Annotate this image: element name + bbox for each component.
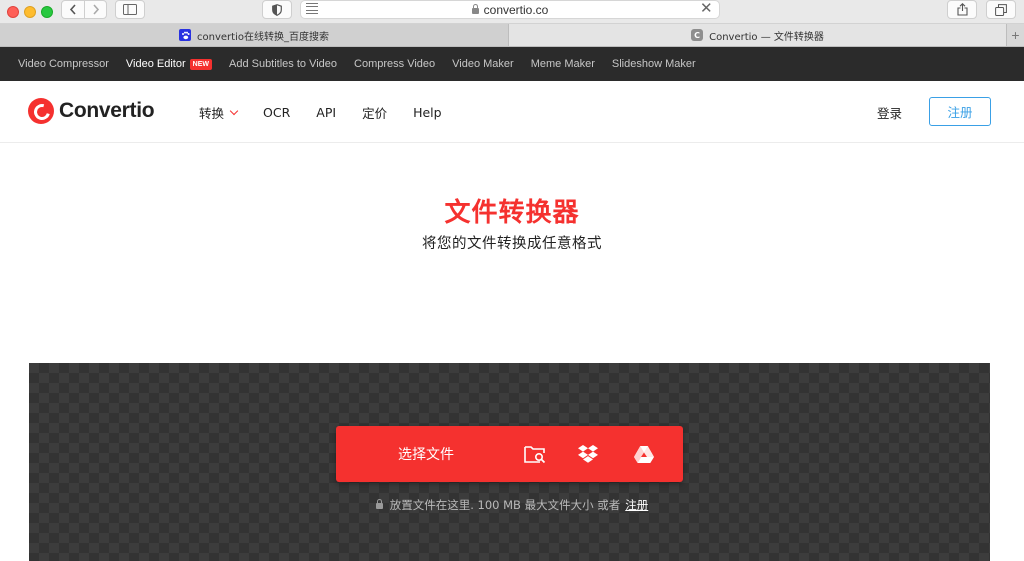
lock-icon	[375, 499, 383, 509]
address-url: convertio.co	[483, 2, 549, 17]
nav-item-help[interactable]: Help	[413, 105, 442, 120]
chevron-down-icon	[229, 106, 239, 115]
nav-item-ocr[interactable]: OCR	[263, 105, 290, 120]
signup-button[interactable]: 注册	[929, 97, 991, 126]
promo-link-video-compressor[interactable]: Video Compressor	[18, 58, 109, 70]
fullscreen-window-button[interactable]	[41, 6, 53, 18]
main-nav: 转换 OCR API 定价 Help	[199, 103, 468, 122]
upload-button-group: 选择文件	[336, 426, 683, 482]
promo-link-compress-video[interactable]: Compress Video	[354, 58, 435, 70]
promo-link-add-subtitles[interactable]: Add Subtitles to Video	[229, 58, 337, 70]
history-nav	[61, 0, 107, 19]
upload-limit-text: 放置文件在这里. 100 MB 最大文件大小 或者	[389, 498, 621, 512]
page-title: 文件转换器	[444, 198, 580, 228]
share-icon	[956, 3, 968, 16]
promo-link-video-editor[interactable]: Video Editor NEW	[126, 58, 212, 70]
folder-search-icon[interactable]	[523, 443, 547, 465]
baidu-paw-icon	[179, 29, 192, 41]
tab-convertio[interactable]: C Convertio — 文件转换器	[509, 24, 1006, 46]
chevron-right-icon	[92, 4, 99, 15]
nav-item-convert[interactable]: 转换	[199, 103, 239, 122]
tab-title: Convertio — 文件转换器	[709, 31, 824, 43]
share-button[interactable]	[947, 0, 977, 19]
back-button[interactable]	[62, 1, 84, 18]
stop-loading-icon[interactable]: ✕	[700, 1, 713, 17]
promo-link-slideshow-maker[interactable]: Slideshow Maker	[612, 58, 696, 70]
tab-overview-button[interactable]	[986, 0, 1016, 19]
tab-baidu-search[interactable]: convertio在线转换_百度搜索	[0, 24, 509, 46]
forward-button[interactable]	[84, 1, 106, 18]
promo-link-video-maker[interactable]: Video Maker	[452, 58, 514, 70]
tab-bar: convertio在线转换_百度搜索 C Convertio — 文件转换器 +	[0, 24, 1024, 47]
lock-icon	[471, 3, 479, 14]
sidebar-icon	[123, 4, 137, 15]
new-tab-button[interactable]: +	[1006, 24, 1024, 46]
reader-view-icon[interactable]	[306, 3, 318, 14]
choose-files-button[interactable]: 选择文件	[336, 426, 516, 482]
signup-link[interactable]: 注册	[625, 497, 648, 513]
upload-note: 放置文件在这里. 100 MB 最大文件大小 或者 注册	[0, 497, 1024, 513]
login-link[interactable]: 登录	[877, 103, 902, 122]
convertio-logo-icon	[28, 98, 54, 124]
promo-link-meme-maker[interactable]: Meme Maker	[531, 58, 595, 70]
nav-item-pricing[interactable]: 定价	[362, 103, 387, 122]
promo-bar: Video Compressor Video Editor NEW Add Sub…	[0, 47, 1024, 81]
tabs-overview-icon	[995, 3, 1007, 16]
google-drive-icon[interactable]	[632, 443, 656, 465]
logo-text: Convertio	[59, 99, 155, 122]
address-bar[interactable]: convertio.co	[300, 0, 720, 19]
nav-item-api[interactable]: API	[316, 105, 336, 120]
privacy-report-button[interactable]	[262, 0, 292, 19]
convertio-c-icon: C	[691, 29, 704, 41]
new-badge: NEW	[189, 58, 212, 70]
dropbox-icon[interactable]	[576, 443, 600, 465]
site-header: Convertio 转换 OCR API 定价 Help 登录 注册	[0, 81, 1024, 143]
shield-icon	[272, 3, 282, 16]
sidebar-toggle-button[interactable]	[115, 0, 145, 19]
chevron-left-icon	[69, 4, 76, 15]
close-window-button[interactable]	[7, 6, 19, 18]
page-subtitle: 将您的文件转换成任意格式	[422, 236, 602, 252]
convertio-logo[interactable]: Convertio	[28, 98, 155, 124]
tab-title: convertio在线转换_百度搜索	[197, 31, 329, 43]
minimize-window-button[interactable]	[24, 6, 36, 18]
browser-toolbar: convertio.co ✕	[0, 0, 1024, 24]
